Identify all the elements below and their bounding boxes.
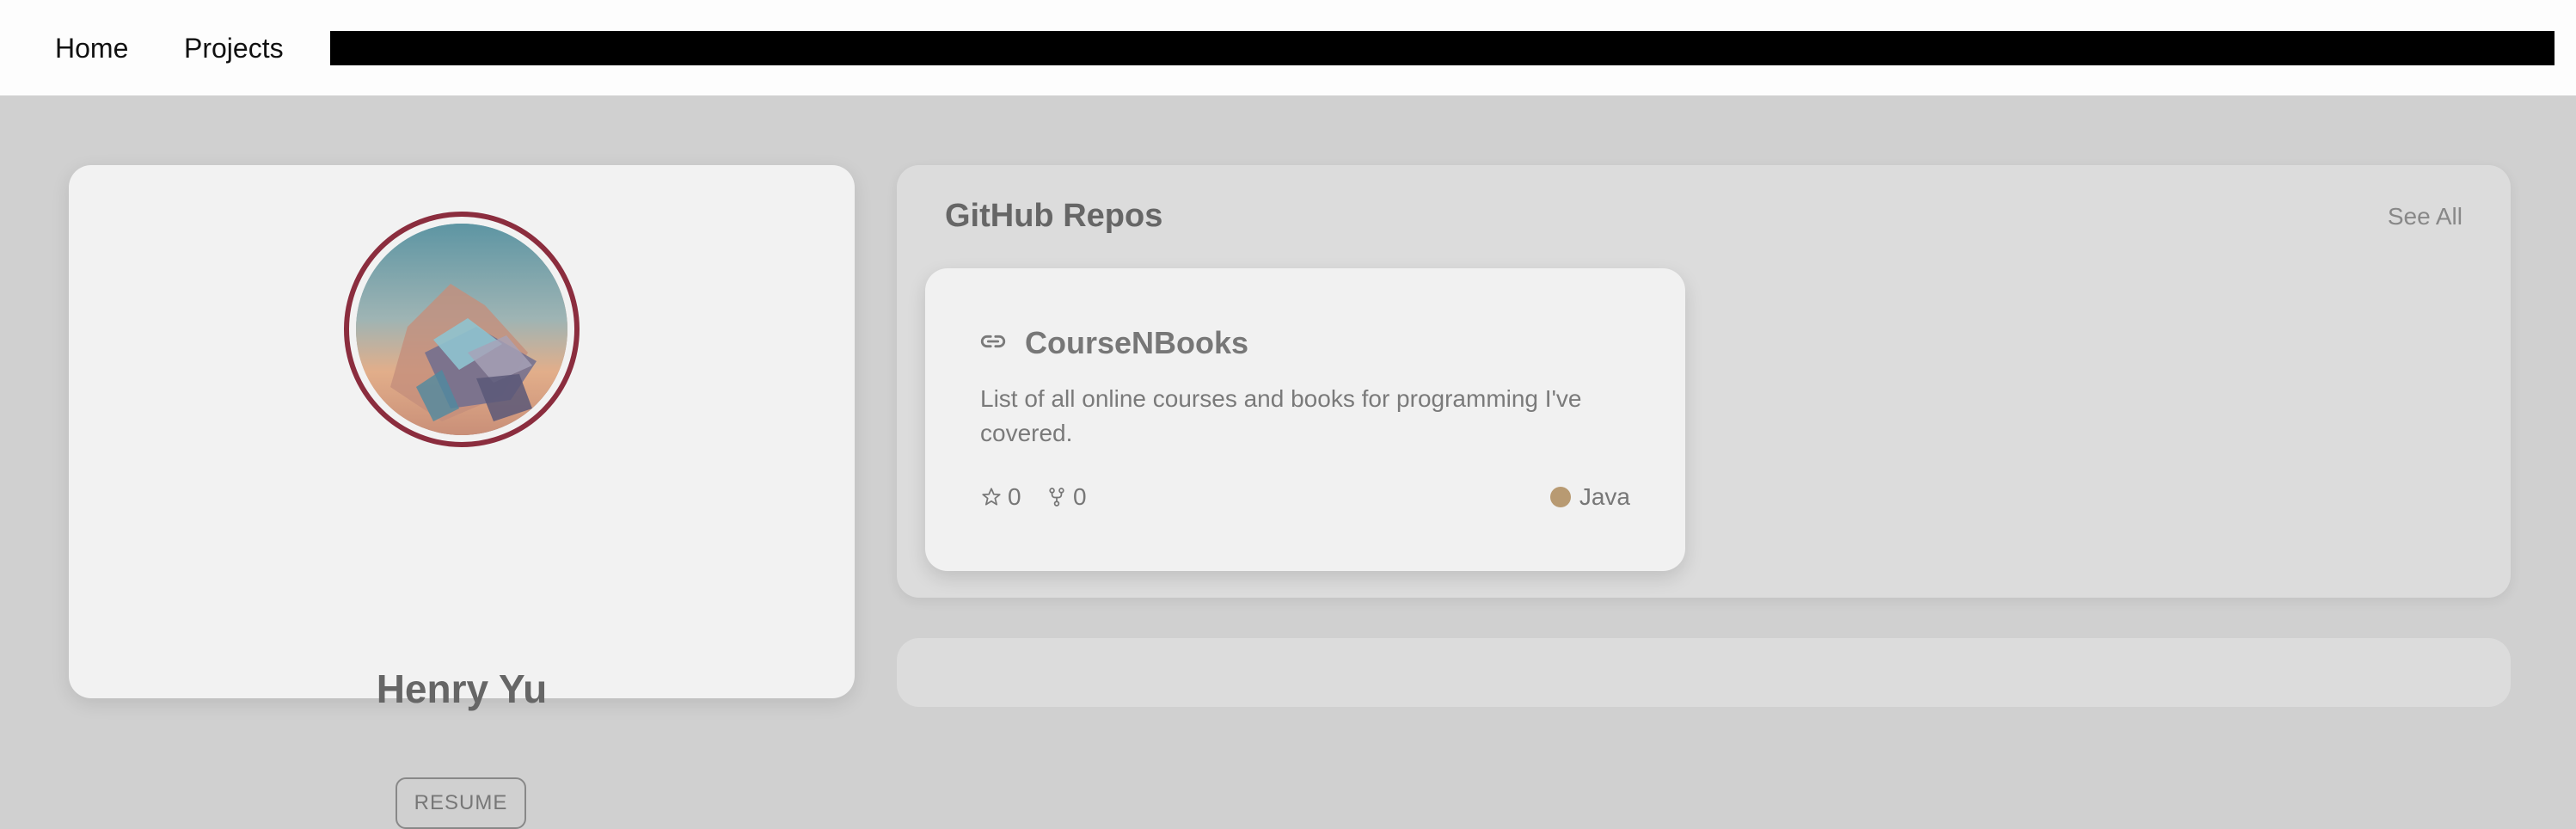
language-color-dot: [1549, 487, 1571, 507]
repo-name[interactable]: CourseNBooks: [1025, 325, 1248, 361]
language-label: Java: [1579, 483, 1630, 510]
nav-projects-link[interactable]: Projects: [184, 33, 284, 64]
avatar: [356, 224, 567, 435]
nav-home-link[interactable]: Home: [55, 33, 128, 64]
stars-count: 0: [1008, 483, 1021, 510]
resume-button[interactable]: RESUME: [396, 777, 526, 829]
top-navbar: Home Projects: [0, 0, 2576, 95]
profile-name: Henry Yu: [376, 666, 548, 711]
repo-card[interactable]: CourseNBooks List of all online courses …: [925, 268, 1685, 571]
link-icon: [980, 335, 1006, 348]
secondary-panel: [897, 638, 2511, 707]
repo-language: Java: [1549, 483, 1630, 511]
profile-card: Henry Yu RESUME: [69, 165, 855, 829]
avatar-ring: [344, 212, 580, 447]
redacted-bar: [330, 31, 2555, 65]
repo-description: List of all online courses and books for…: [980, 385, 1582, 446]
github-repos-panel: GitHub Repos See All CourseNBooks List o…: [897, 165, 2511, 598]
repo-stars: 0: [980, 483, 1021, 511]
forks-count: 0: [1073, 483, 1087, 510]
star-icon: [982, 488, 1001, 506]
see-all-link[interactable]: See All: [2388, 203, 2463, 230]
repos-title: GitHub Repos: [945, 198, 1163, 234]
avatar-artwork-icon: [356, 224, 567, 435]
repo-forks: 0: [1046, 483, 1087, 511]
fork-icon: [1049, 488, 1064, 507]
